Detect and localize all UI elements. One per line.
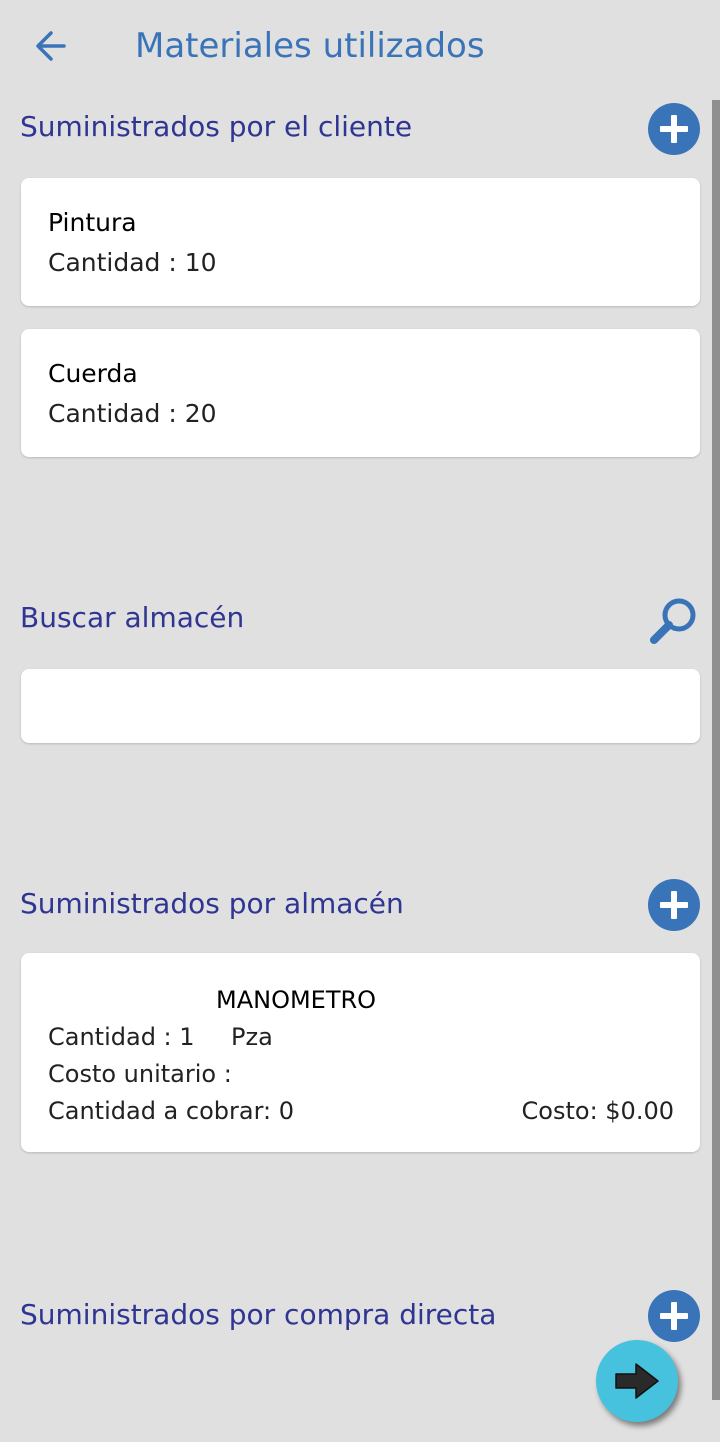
material-name: MANOMETRO: [216, 986, 377, 1014]
material-cost: Costo: $0.00: [521, 1097, 674, 1125]
client-section-title: Suministrados por el cliente: [20, 110, 413, 143]
material-name: Cuerda: [48, 359, 138, 388]
arrow-right-icon: [615, 1363, 659, 1399]
charge-quantity: Cantidad a cobrar: 0: [48, 1097, 295, 1125]
direct-purchase-section-title: Suministrados por compra directa: [20, 1298, 497, 1331]
material-quantity: Cantidad : 10: [48, 248, 217, 277]
add-warehouse-material-button[interactable]: [648, 879, 700, 931]
add-client-material-button[interactable]: [648, 103, 700, 155]
back-button[interactable]: [28, 22, 76, 70]
search-section-title: Buscar almacén: [20, 601, 245, 634]
warehouse-section-title: Suministrados por almacén: [20, 887, 404, 920]
next-fab-button[interactable]: [596, 1340, 678, 1422]
material-quantity: Cantidad : 1: [48, 1023, 195, 1051]
arrow-left-icon: [36, 31, 66, 61]
warehouse-search-input[interactable]: [21, 669, 700, 743]
warehouse-material-card[interactable]: MANOMETRO Cantidad : 1 Pza Costo unitari…: [21, 953, 700, 1152]
add-direct-purchase-button[interactable]: [648, 1290, 700, 1342]
client-material-card[interactable]: Pintura Cantidad : 10: [21, 178, 700, 306]
material-quantity: Cantidad : 20: [48, 399, 217, 428]
page-title: Materiales utilizados: [135, 26, 485, 66]
search-button[interactable]: [646, 594, 702, 650]
client-material-card[interactable]: Cuerda Cantidad : 20: [21, 329, 700, 457]
material-name: Pintura: [48, 208, 137, 237]
app-header: Materiales utilizados: [0, 0, 720, 98]
material-unit: Pza: [231, 1023, 273, 1051]
magnifier-icon: [650, 598, 696, 644]
unit-cost-label: Costo unitario :: [48, 1060, 232, 1088]
scrollbar[interactable]: [712, 100, 720, 1400]
